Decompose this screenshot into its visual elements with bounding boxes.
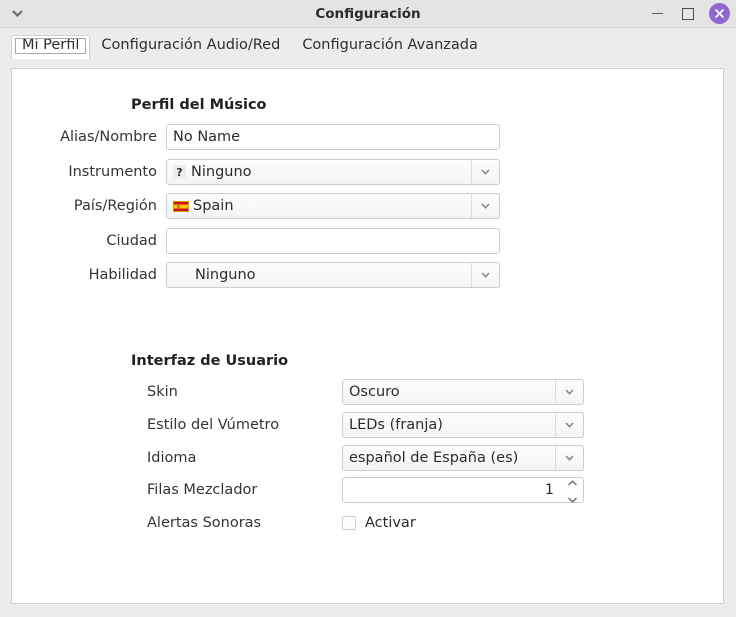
sound-alerts-checkbox[interactable] <box>342 516 356 530</box>
instrument-select[interactable]: ? Ninguno <box>166 159 500 185</box>
minimize-icon <box>652 12 663 15</box>
window-controls <box>649 0 730 27</box>
alias-input[interactable]: No Name <box>166 124 500 150</box>
alias-value: No Name <box>173 129 241 145</box>
tab-content-panel: Perfil del Músico Alias/Nombre No Name I… <box>11 68 724 604</box>
country-select[interactable]: Spain <box>166 193 500 219</box>
language-value: español de España (es) <box>349 450 519 466</box>
meter-style-select[interactable]: LEDs (franja) <box>342 412 584 438</box>
close-button[interactable] <box>709 3 730 24</box>
question-mark-icon: ? <box>173 165 186 179</box>
minimize-button[interactable] <box>649 5 666 22</box>
row-instrumento: Instrumento ? Ninguno <box>12 159 500 185</box>
city-input[interactable] <box>166 228 500 254</box>
chevron-down-icon <box>555 413 583 437</box>
alias-label: Alias/Nombre <box>60 129 157 145</box>
skill-value: Ninguno <box>195 267 256 283</box>
tab-configuracion-audio-red[interactable]: Configuración Audio/Red <box>90 36 291 59</box>
chevron-down-icon <box>471 194 499 218</box>
row-alertas-sonoras: Alertas Sonoras Activar <box>147 510 416 536</box>
row-filas-mezclador: Filas Mezclador 1 <box>147 477 584 503</box>
tab-label: Configuración Audio/Red <box>101 36 281 53</box>
sound-alerts-checkbox-label: Activar <box>365 515 416 531</box>
stepper-down-icon[interactable] <box>567 491 578 507</box>
title-bar: Configuración <box>0 0 736 28</box>
tab-bar: Mi Perfil Configuración Audio/Red Config… <box>0 28 736 59</box>
language-select[interactable]: español de España (es) <box>342 445 584 471</box>
mixer-rows-stepper[interactable]: 1 <box>342 477 584 503</box>
skin-select[interactable]: Oscuro <box>342 379 584 405</box>
spain-flag-icon <box>173 200 189 212</box>
tab-label: Mi Perfil <box>22 36 80 53</box>
row-alias: Alias/Nombre No Name <box>12 124 500 150</box>
row-habilidad: Habilidad Ninguno <box>12 262 500 288</box>
language-label: Idioma <box>147 450 197 466</box>
chevron-down-icon <box>471 263 499 287</box>
mixer-rows-value: 1 <box>544 482 554 498</box>
window-title: Configuración <box>315 5 421 22</box>
meter-style-label: Estilo del Vúmetro <box>147 417 280 433</box>
skin-value: Oscuro <box>349 384 400 400</box>
country-label: País/Región <box>73 198 157 214</box>
row-estilo-vumetro: Estilo del Vúmetro LEDs (franja) <box>147 412 584 438</box>
chevron-down-icon <box>555 380 583 404</box>
window-menu-button[interactable] <box>0 0 34 27</box>
stepper-buttons <box>561 478 583 503</box>
ui-section-title: Interfaz de Usuario <box>131 353 289 369</box>
chevron-down-icon <box>555 446 583 470</box>
stepper-up-icon[interactable] <box>567 474 578 490</box>
row-skin: Skin Oscuro <box>147 379 584 405</box>
row-idioma: Idioma español de España (es) <box>147 445 584 471</box>
chevron-down-icon <box>11 10 23 17</box>
chevron-down-icon <box>471 160 499 184</box>
instrument-label: Instrumento <box>68 164 157 180</box>
tab-mi-perfil[interactable]: Mi Perfil <box>11 34 91 59</box>
city-label: Ciudad <box>106 233 157 249</box>
row-pais-region: País/Región Spain <box>12 193 500 219</box>
maximize-button[interactable] <box>679 5 696 22</box>
row-ciudad: Ciudad <box>12 228 500 254</box>
maximize-icon <box>681 7 694 20</box>
profile-section-title: Perfil del Músico <box>131 97 267 113</box>
skill-label: Habilidad <box>88 267 157 283</box>
mixer-rows-label: Filas Mezclador <box>147 482 258 498</box>
sound-alerts-label: Alertas Sonoras <box>147 515 262 531</box>
country-value: Spain <box>193 198 234 214</box>
meter-style-value: LEDs (franja) <box>349 417 443 433</box>
close-icon <box>714 4 725 23</box>
skill-select[interactable]: Ninguno <box>166 262 500 288</box>
tab-configuracion-avanzada[interactable]: Configuración Avanzada <box>291 36 489 59</box>
instrument-value: Ninguno <box>191 164 252 180</box>
skin-label: Skin <box>147 384 178 400</box>
tab-label: Configuración Avanzada <box>302 36 478 53</box>
sound-alerts-checkbox-group[interactable]: Activar <box>342 515 416 531</box>
